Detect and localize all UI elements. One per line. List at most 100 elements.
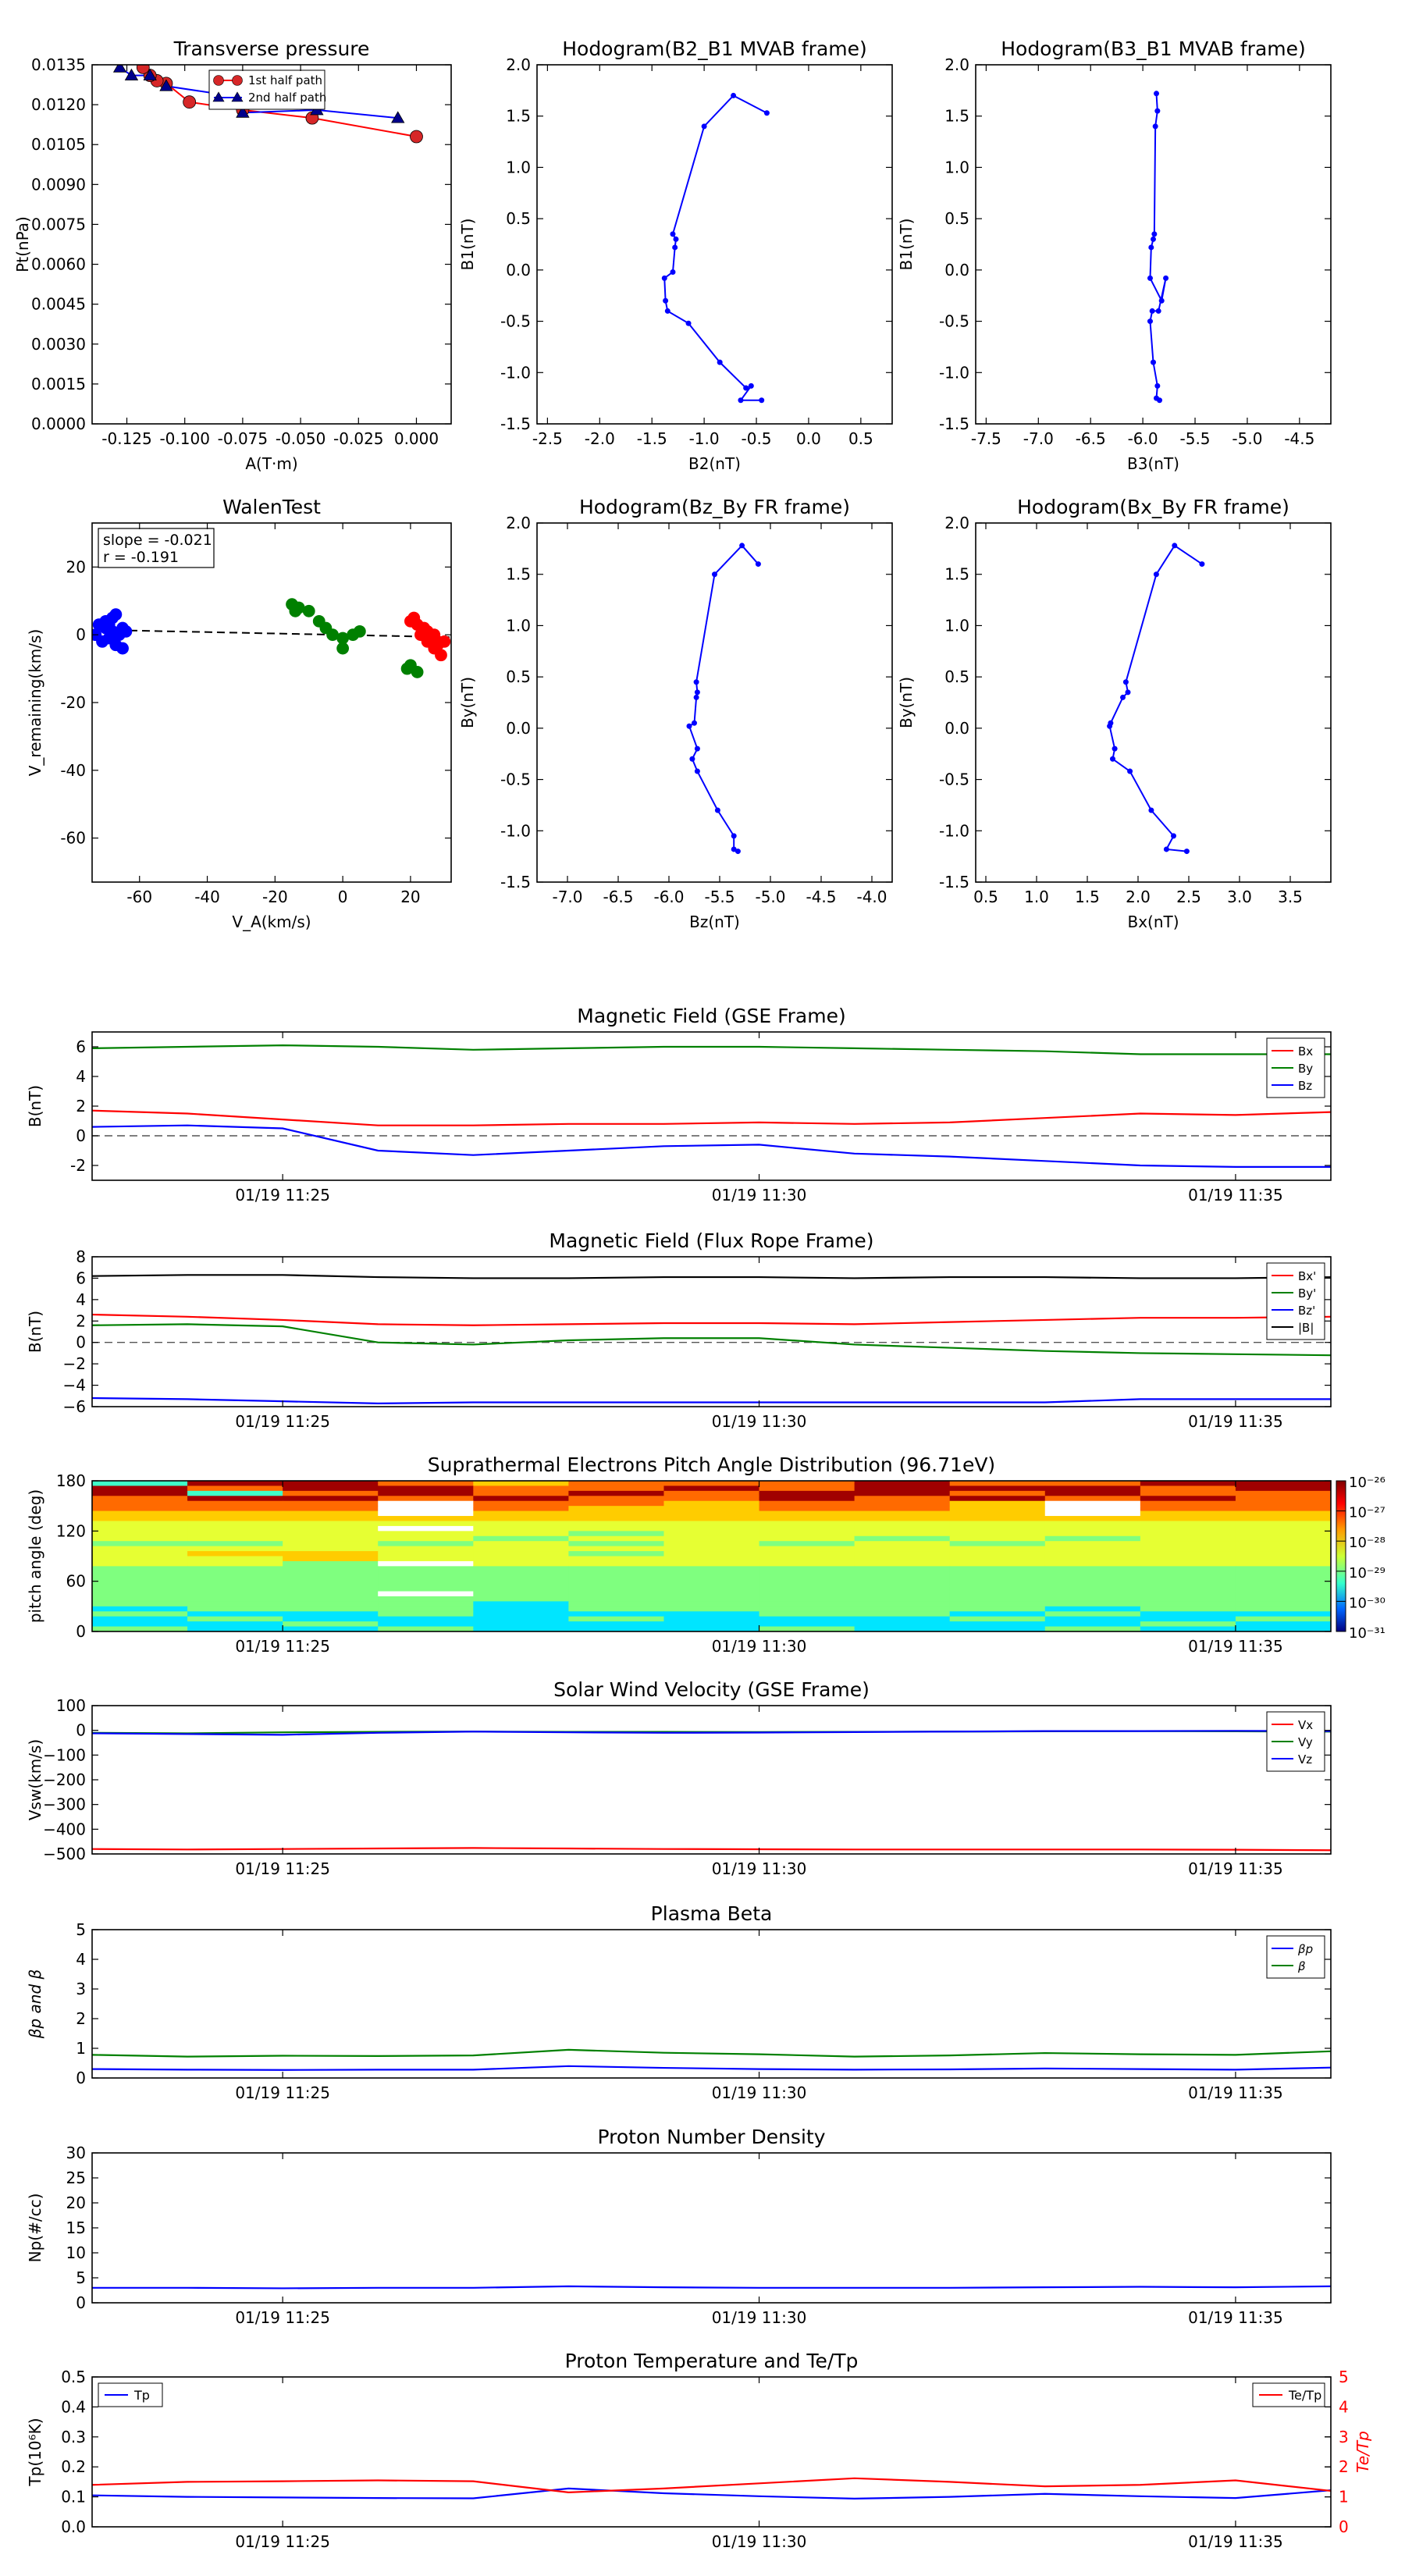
pt-ytick-label: 0.0060 bbox=[31, 255, 86, 274]
pad-cell bbox=[949, 1481, 1046, 1487]
h3-xtick-label: -6.0 bbox=[653, 888, 684, 906]
h3-point bbox=[693, 679, 699, 685]
pad-cell bbox=[949, 1531, 1046, 1537]
h1-axes-frame bbox=[536, 64, 893, 425]
h2-point bbox=[1151, 231, 1158, 237]
pad-cell bbox=[663, 1566, 760, 1572]
pad-cell bbox=[92, 1560, 188, 1567]
pt-xlabel: A(T·m) bbox=[245, 454, 297, 473]
pt-xtick-label: -0.025 bbox=[333, 429, 383, 448]
chart-h3: Hodogram(Bz_By FR frame) -1.5 -1.0 -0.5 0.0 0… bbox=[458, 496, 893, 931]
pad-cell bbox=[759, 1516, 855, 1522]
pad-cell bbox=[187, 1576, 283, 1582]
pad-cell bbox=[663, 1616, 760, 1622]
vsw-ytick-label: −300 bbox=[43, 1795, 86, 1814]
pt-ytick-label: 0.0105 bbox=[31, 135, 86, 154]
pad-cell bbox=[187, 1586, 283, 1592]
pad-cell bbox=[663, 1611, 760, 1617]
pad-cell bbox=[759, 1586, 855, 1592]
pad-cell bbox=[663, 1591, 760, 1597]
pad-cell bbox=[473, 1571, 569, 1577]
pad-cell bbox=[949, 1560, 1046, 1567]
pad-cell bbox=[378, 1485, 474, 1492]
pad-cell bbox=[568, 1525, 665, 1532]
h4-point bbox=[1125, 689, 1131, 696]
pad-cell bbox=[1044, 1560, 1141, 1567]
pad-cell bbox=[949, 1586, 1046, 1592]
walen-fit-line bbox=[92, 628, 451, 639]
pad-cell bbox=[283, 1616, 379, 1622]
pad-cell bbox=[473, 1541, 569, 1547]
h4-point bbox=[1122, 679, 1129, 685]
pad-cell bbox=[1235, 1586, 1331, 1592]
pad-colorbar bbox=[1336, 1480, 1346, 1632]
beta-legend-label: β bbox=[1297, 1959, 1306, 1973]
pt-point bbox=[410, 130, 423, 144]
pad-cell bbox=[378, 1581, 474, 1587]
pad-cell bbox=[854, 1586, 951, 1592]
pad-cell bbox=[283, 1546, 379, 1552]
pad-cell bbox=[1140, 1591, 1236, 1597]
tp-ytick-label: 0.5 bbox=[61, 2368, 86, 2386]
pad-cell bbox=[1044, 1506, 1141, 1512]
bgse-title: Magnetic Field (GSE Frame) bbox=[577, 1005, 845, 1027]
tp-y2tick-label: 1 bbox=[1339, 2488, 1349, 2507]
pad-cell bbox=[187, 1485, 283, 1492]
pad-cell bbox=[1235, 1611, 1331, 1617]
np-plot-area bbox=[92, 2285, 1331, 2290]
bgse-ytick-label: 4 bbox=[76, 1067, 86, 1086]
pad-cell bbox=[473, 1481, 569, 1487]
pad-cell bbox=[283, 1485, 379, 1492]
pad-cell bbox=[568, 1551, 665, 1557]
bfr-series-Bx' bbox=[92, 1313, 1331, 1326]
pad-cell bbox=[949, 1551, 1046, 1557]
pt-legend-marker bbox=[232, 75, 243, 86]
pad-cell bbox=[378, 1576, 474, 1582]
pad-cell bbox=[1044, 1496, 1141, 1502]
pad-cell bbox=[1140, 1576, 1236, 1582]
pad-cell bbox=[568, 1596, 665, 1602]
chart-h1: Hodogram(B2_B1 MVAB frame) -1.5 -1.0 -0.5 0.… bbox=[458, 37, 893, 473]
h2-xlabel: B3(nT) bbox=[1127, 454, 1179, 473]
pt-point bbox=[183, 95, 197, 109]
pad-cell bbox=[854, 1616, 951, 1622]
h1-hodogram-line bbox=[663, 94, 767, 401]
pad-cell bbox=[568, 1531, 665, 1537]
h3-plot-area bbox=[686, 543, 761, 855]
h4-ytick-label: -0.5 bbox=[939, 770, 969, 789]
pad-cell bbox=[283, 1525, 379, 1532]
pad-cell bbox=[473, 1535, 569, 1542]
pad-cell bbox=[1140, 1571, 1236, 1577]
pad-cell bbox=[854, 1621, 951, 1628]
vsw-title: Solar Wind Velocity (GSE Frame) bbox=[553, 1678, 870, 1701]
pad-cell bbox=[92, 1485, 188, 1492]
pad-cell bbox=[663, 1546, 760, 1552]
chart-h2: Hodogram(B3_B1 MVAB frame) -1.5 -1.0 -0.5 0.… bbox=[897, 37, 1332, 473]
pad-cell bbox=[283, 1591, 379, 1597]
h1-ylabel: B1(nT) bbox=[458, 219, 477, 271]
walen-ytick-label: -20 bbox=[60, 693, 86, 712]
pad-cell bbox=[949, 1581, 1046, 1587]
h2-title: Hodogram(B3_B1 MVAB frame) bbox=[1001, 37, 1306, 60]
pad-xtick-label: 01/19 11:30 bbox=[712, 1637, 807, 1656]
pad-cell bbox=[1140, 1566, 1236, 1572]
h2-point bbox=[1154, 91, 1160, 97]
pad-cell bbox=[568, 1566, 665, 1572]
pad-cell bbox=[283, 1510, 379, 1517]
pad-cell bbox=[854, 1560, 951, 1567]
bfr-xtick-label: 01/19 11:30 bbox=[712, 1412, 807, 1431]
pad-cell bbox=[378, 1601, 474, 1607]
pad-cell bbox=[949, 1571, 1046, 1577]
h2-point bbox=[1163, 275, 1169, 281]
np-ytick-label: 5 bbox=[76, 2268, 86, 2287]
tp-y2tick-label: 0 bbox=[1339, 2517, 1349, 2536]
bfr-ytick-label: 2 bbox=[76, 1311, 86, 1330]
h3-xtick-label: -4.0 bbox=[856, 888, 887, 906]
pad-cell bbox=[1044, 1591, 1141, 1597]
pad-cell bbox=[759, 1531, 855, 1537]
pad-cell bbox=[473, 1601, 569, 1607]
np-ytick-label: 25 bbox=[66, 2169, 86, 2187]
pad-cell bbox=[1044, 1500, 1141, 1507]
beta-ytick-label: 4 bbox=[76, 1950, 86, 1969]
pad-cell bbox=[1044, 1521, 1141, 1527]
